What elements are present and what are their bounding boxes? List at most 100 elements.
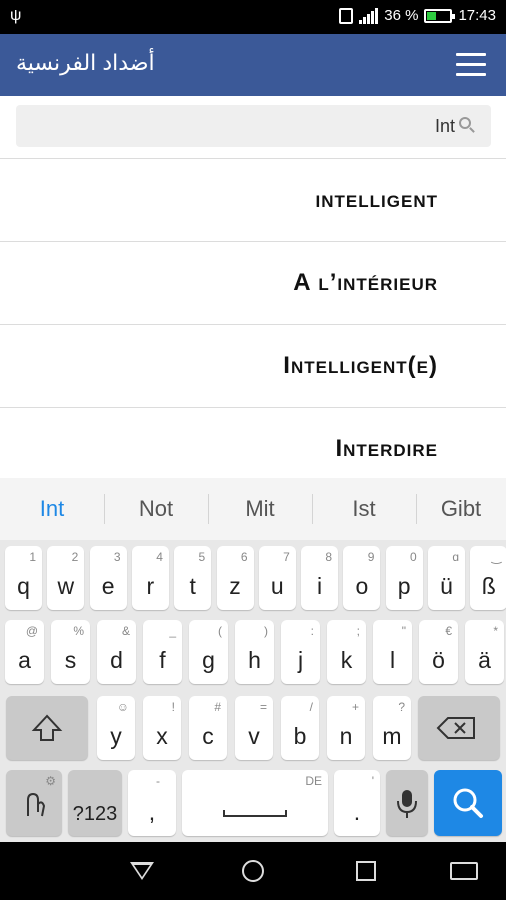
keyboard-switch-icon[interactable]: [450, 862, 478, 880]
key-row2-6[interactable]: :j: [281, 620, 320, 684]
key-row1-3[interactable]: 4r: [131, 546, 169, 610]
key-row1-0[interactable]: 1q: [5, 546, 42, 610]
suggestion-1[interactable]: Int: [0, 478, 104, 540]
key-hint: ɑ: [452, 550, 459, 564]
suggestion-3[interactable]: Mit: [208, 478, 312, 540]
key-row2-2[interactable]: & d: [97, 620, 136, 684]
status-bar: ψ 36 % 17:43: [0, 0, 506, 34]
key-hint: =: [259, 700, 267, 714]
key-label: ä: [478, 647, 491, 673]
search-icon: [453, 788, 483, 818]
key-row2-4[interactable]: (g: [189, 620, 228, 684]
key-label: p: [397, 573, 411, 599]
backspace-key[interactable]: [418, 696, 500, 760]
key-row2-0[interactable]: @ a: [5, 620, 44, 684]
key-row2-3[interactable]: _ f: [143, 620, 182, 684]
period-key-hint: ': [371, 774, 374, 788]
search-input[interactable]: [16, 105, 491, 147]
navigation-bar: [0, 842, 506, 900]
key-row2-7[interactable]: ; k: [327, 620, 366, 684]
key-label: q: [17, 573, 30, 599]
key-row1-5[interactable]: 6z: [216, 546, 254, 610]
recent-apps-icon[interactable]: [356, 861, 376, 881]
key-hint: /: [309, 700, 313, 714]
voice-key[interactable]: [386, 770, 428, 836]
key-row2-1[interactable]: % s: [51, 620, 90, 684]
key-row1-10[interactable]: ɑü: [428, 546, 465, 610]
key-row3-2[interactable]: # c: [189, 696, 227, 760]
search-key[interactable]: [434, 770, 502, 836]
list-item[interactable]: A l’intérieur: [0, 241, 506, 324]
key-row3-0[interactable]: ☺ y: [97, 696, 135, 760]
key-row1-7[interactable]: 8i: [301, 546, 339, 610]
key-hint: :: [310, 624, 314, 638]
menu-icon[interactable]: [456, 53, 486, 77]
key-hint: _: [169, 624, 176, 638]
key-row1-8[interactable]: 9o: [343, 546, 381, 610]
suggestion-4[interactable]: Ist: [312, 478, 416, 540]
key-row3-1[interactable]: ! x: [143, 696, 181, 760]
key-label: m: [382, 723, 402, 749]
key-hint: ": [401, 624, 406, 638]
space-key[interactable]: DE: [182, 770, 328, 836]
key-label: r: [146, 573, 155, 599]
key-row1-1[interactable]: 2w: [47, 546, 85, 610]
key-row2-8[interactable]: " l: [373, 620, 412, 684]
period-key[interactable]: ' .: [334, 770, 380, 836]
key-hint: 3: [113, 550, 121, 564]
key-row1-6[interactable]: 7u: [258, 546, 296, 610]
list-item-text: intelligent: [315, 186, 438, 213]
symbols-key[interactable]: ?123: [68, 770, 122, 836]
key-label: n: [339, 723, 353, 749]
app-title: أضداد الفرنسية: [16, 50, 155, 75]
comma-key-hint: -: [156, 774, 160, 788]
key-row3-5[interactable]: + n: [327, 696, 365, 760]
suggestion-2[interactable]: Not: [104, 478, 208, 540]
key-label: c: [202, 723, 214, 749]
symbols-key-label: ?123: [72, 803, 118, 825]
key-label: i: [317, 573, 323, 599]
key-row1-4[interactable]: 5t: [174, 546, 212, 610]
signal-icon: [359, 7, 379, 24]
key-hint: &: [121, 624, 130, 638]
comma-key[interactable]: - ,: [128, 770, 176, 836]
suggestion-5[interactable]: Gibt: [416, 478, 506, 540]
suggestion-strip: Int Not Mit Ist Gibt: [0, 478, 506, 540]
key-label: z: [229, 573, 241, 599]
key-label: t: [189, 573, 196, 599]
list-item[interactable]: Intelligent(e): [0, 324, 506, 407]
home-icon[interactable]: [242, 860, 264, 882]
key-label: k: [340, 647, 353, 673]
key-label: j: [297, 647, 304, 673]
key-row1-9[interactable]: 0p: [385, 546, 423, 610]
handwriting-key[interactable]: ⚙: [6, 770, 62, 836]
list-item-text: A l’intérieur: [293, 269, 438, 296]
key-row1-11[interactable]: ‿ ß: [470, 546, 506, 610]
key-hint: 9: [367, 550, 375, 564]
key-label: w: [57, 573, 75, 599]
key-row2-5[interactable]: ) h: [235, 620, 274, 684]
key-row3-3[interactable]: = v: [235, 696, 273, 760]
back-icon[interactable]: [130, 862, 154, 880]
key-label: e: [101, 573, 115, 599]
key-hint: #: [214, 700, 221, 714]
key-row1-2[interactable]: 3e: [89, 546, 127, 610]
key-row3-4[interactable]: / b: [281, 696, 319, 760]
settings-hint-icon: ⚙: [45, 774, 56, 788]
battery-percent: 36 %: [384, 7, 419, 24]
clock: 17:43: [458, 7, 496, 24]
key-row3-6[interactable]: ? m: [373, 696, 411, 760]
comma-key-label: ,: [148, 799, 156, 825]
key-label: u: [270, 573, 284, 599]
key-label: y: [110, 723, 122, 749]
shift-key[interactable]: [6, 696, 88, 760]
key-hint: €: [445, 624, 452, 638]
key-hint: 5: [198, 550, 206, 564]
key-row2-9[interactable]: € ö: [419, 620, 458, 684]
key-row2-10[interactable]: * ä: [465, 620, 504, 684]
key-hint: 1: [29, 550, 36, 564]
key-hint: ;: [356, 624, 360, 638]
list-item[interactable]: intelligent: [0, 158, 506, 241]
key-label: x: [156, 723, 168, 749]
keyboard: Int Not Mit Ist Gibt ⚙ ?123 - , DE ' . 1…: [0, 478, 506, 842]
